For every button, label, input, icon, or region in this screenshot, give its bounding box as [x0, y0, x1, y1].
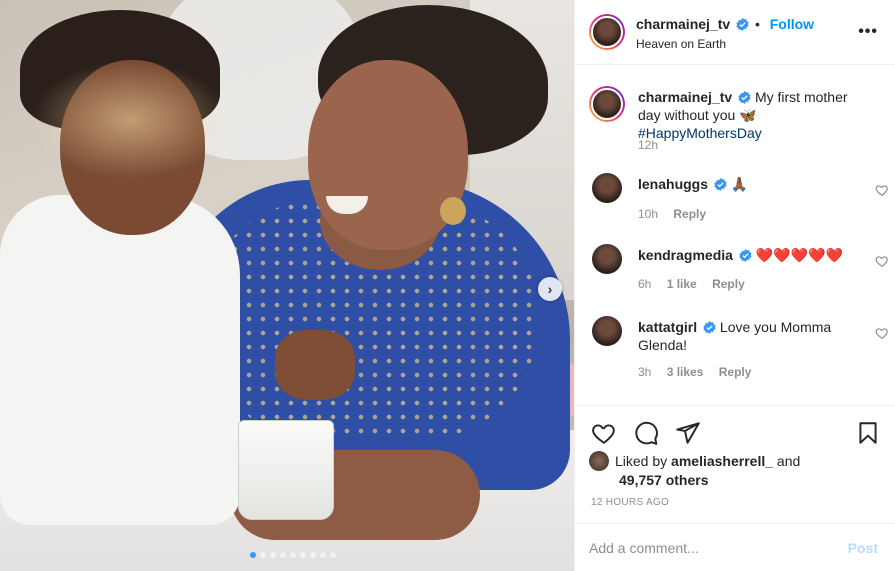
- chevron-right-icon: ›: [547, 281, 553, 297]
- verified-badge-icon: [703, 321, 716, 334]
- author-line: charmainej_tv • Follow: [636, 16, 814, 32]
- like-comment-heart-icon[interactable]: [875, 183, 889, 197]
- comment-meta: 10h Reply: [638, 207, 718, 221]
- reply-button[interactable]: Reply: [712, 277, 745, 291]
- post-timestamp[interactable]: 12 HOURS AGO: [591, 497, 669, 508]
- photo-light-flare: [30, 60, 230, 180]
- butterfly-emoji: 🦋: [739, 107, 757, 123]
- carousel-dot: [300, 552, 306, 558]
- carousel-dots: [250, 552, 336, 558]
- author-username[interactable]: charmainej_tv: [636, 16, 730, 32]
- carousel-dot: [250, 552, 256, 558]
- comment-author[interactable]: kendragmedia: [638, 247, 733, 263]
- verified-badge-icon: [714, 178, 727, 191]
- verified-badge-icon: [736, 18, 749, 31]
- verified-badge-icon: [738, 91, 751, 104]
- reply-button[interactable]: Reply: [719, 365, 752, 379]
- carousel-dot: [320, 552, 326, 558]
- comment-text: 🙏🏾: [730, 176, 749, 192]
- liked-by-others[interactable]: 49,757 others: [619, 472, 709, 488]
- carousel-dot: [270, 552, 276, 558]
- reply-button[interactable]: Reply: [673, 207, 706, 221]
- caption-meta: 12h: [638, 138, 670, 152]
- likes-summary: Liked by ameliasherrell_ and 49,757 othe…: [589, 451, 889, 490]
- carousel-dot: [280, 552, 286, 558]
- carousel-dot: [290, 552, 296, 558]
- comment-time[interactable]: 3h: [638, 365, 651, 379]
- carousel-dot: [310, 552, 316, 558]
- carousel-dot: [330, 552, 336, 558]
- photo-child-hand: [275, 330, 355, 400]
- post-side-panel: charmainej_tv • Follow Heaven on Earth •…: [574, 0, 895, 571]
- caption-text-block: charmainej_tv My first mother day withou…: [638, 88, 863, 142]
- follow-button[interactable]: Follow: [770, 16, 814, 32]
- comment-time[interactable]: 10h: [638, 207, 658, 221]
- comments-section: charmainej_tv My first mother day withou…: [575, 65, 895, 405]
- post-location[interactable]: Heaven on Earth: [636, 37, 726, 51]
- caption-time[interactable]: 12h: [638, 138, 658, 152]
- liked-by-and: and: [776, 453, 801, 469]
- caption-author-avatar[interactable]: [589, 86, 625, 122]
- like-heart-icon[interactable]: [591, 420, 617, 446]
- like-comment-heart-icon[interactable]: [875, 326, 889, 340]
- comment-input[interactable]: [589, 532, 829, 564]
- commenter-avatar[interactable]: [592, 316, 622, 346]
- post-photo[interactable]: ›: [0, 0, 574, 571]
- separator-dot: •: [754, 16, 760, 32]
- photo-cup: [238, 420, 334, 520]
- comment-like-count[interactable]: 3 likes: [667, 365, 704, 379]
- liked-by-user[interactable]: ameliasherrell_: [671, 453, 773, 469]
- liker-avatar[interactable]: [589, 451, 609, 471]
- comment-author[interactable]: kattatgirl: [638, 319, 697, 335]
- comment-text: ❤️❤️❤️❤️❤️: [755, 247, 843, 263]
- comment-bubble-icon[interactable]: [633, 420, 659, 446]
- comment-text-block: kendragmedia ❤️❤️❤️❤️❤️: [638, 246, 863, 264]
- author-avatar[interactable]: [589, 14, 625, 50]
- carousel-next-button[interactable]: ›: [538, 277, 562, 301]
- save-bookmark-icon[interactable]: [855, 420, 881, 446]
- commenter-avatar[interactable]: [592, 244, 622, 274]
- commenter-avatar[interactable]: [592, 173, 622, 203]
- comment-like-count[interactable]: 1 like: [667, 277, 697, 291]
- caption-author[interactable]: charmainej_tv: [638, 89, 732, 105]
- comment-text-block: kattatgirl Love you Momma Glenda!: [638, 318, 863, 354]
- share-send-icon[interactable]: [675, 420, 701, 446]
- like-comment-heart-icon[interactable]: [875, 254, 889, 268]
- comment-meta: 6h 1 like Reply: [638, 277, 757, 291]
- comment-meta: 3h 3 likes Reply: [638, 365, 763, 379]
- post-header: charmainej_tv • Follow Heaven on Earth •…: [575, 0, 895, 65]
- add-comment-bar: Post: [575, 523, 895, 571]
- liked-by-prefix: Liked by: [615, 453, 668, 469]
- comment-author[interactable]: lenahuggs: [638, 176, 708, 192]
- comment-text-block: lenahuggs 🙏🏾: [638, 175, 863, 193]
- more-horizontal-icon[interactable]: •••: [858, 23, 878, 41]
- photo-child-shirt: [0, 195, 240, 525]
- post-actions: [575, 405, 895, 457]
- carousel-dot: [260, 552, 266, 558]
- post-comment-button[interactable]: Post: [848, 540, 878, 556]
- verified-badge-icon: [739, 249, 752, 262]
- comment-time[interactable]: 6h: [638, 277, 651, 291]
- photo-earring: [440, 197, 466, 225]
